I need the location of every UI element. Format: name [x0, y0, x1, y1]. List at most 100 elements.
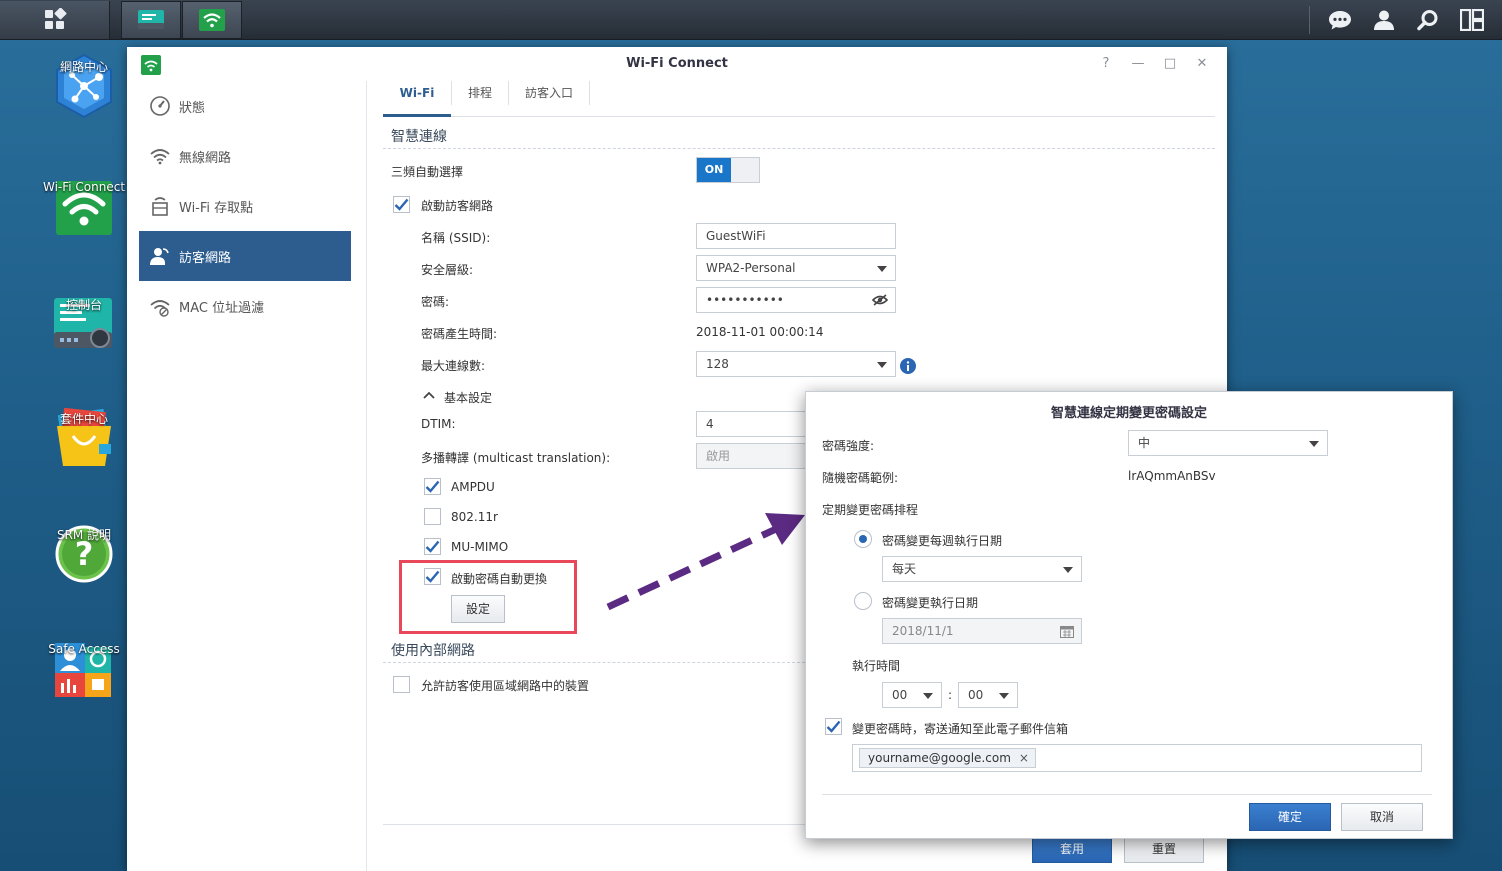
desktop-icon-control-panel[interactable]: 控制台: [32, 292, 136, 356]
ssid-input[interactable]: GuestWiFi: [696, 223, 896, 249]
80211r-checkbox[interactable]: [424, 508, 441, 525]
ok-button[interactable]: 確定: [1249, 803, 1331, 831]
chevron-down-icon: [999, 693, 1009, 699]
allow-lan-label: 允許訪客使用區域網路中的裝置: [421, 679, 590, 693]
minimize-button[interactable]: —: [1130, 56, 1146, 72]
max-connections-value: 128: [706, 357, 729, 371]
hour-select[interactable]: 00: [882, 682, 942, 708]
search-button[interactable]: [1406, 0, 1450, 40]
chevron-down-icon: [877, 266, 887, 272]
sidebar-item-label: 狀態: [179, 100, 206, 116]
date-radio[interactable]: [854, 592, 872, 610]
taskbar-wifi-connect[interactable]: [182, 1, 242, 39]
notify-checkbox[interactable]: [825, 718, 842, 735]
weekly-select[interactable]: 每天: [882, 556, 1082, 582]
tab-bar: Wi-Fi 排程 訪客入口: [383, 81, 1215, 117]
desktop-icon-label: Wi-Fi Connect: [42, 180, 126, 194]
desktop-icon-package-center[interactable]: 套件中心: [32, 406, 136, 470]
apply-button[interactable]: 套用: [1032, 835, 1112, 863]
help-button[interactable]: ?: [1098, 56, 1114, 72]
user-icon: [1374, 10, 1394, 30]
password-input[interactable]: •••••••••••: [696, 287, 896, 313]
mac-filter-icon: [149, 295, 171, 317]
sidebar-item-label: 訪客網路: [179, 250, 232, 266]
date-value: 2018/11/1: [892, 624, 954, 638]
email-tag: yourname@google.com ×: [859, 748, 1036, 768]
chevron-up-icon[interactable]: [423, 391, 435, 399]
security-select-value: WPA2-Personal: [706, 261, 796, 275]
tab-schedule[interactable]: 排程: [452, 81, 508, 117]
sidebar-item-mac-filter[interactable]: MAC 位址過濾: [139, 281, 351, 331]
section-divider: [383, 662, 805, 663]
strength-select[interactable]: 中: [1128, 430, 1328, 456]
toggle-on-label: ON: [697, 158, 731, 182]
minute-select[interactable]: 00: [958, 682, 1018, 708]
max-connections-label: 最大連線數:: [421, 359, 486, 373]
tab-guest-portal[interactable]: 訪客入口: [509, 81, 589, 117]
desktop-icon-label: 套件中心: [59, 412, 108, 426]
basic-settings-label[interactable]: 基本設定: [444, 389, 492, 406]
dialog-footer-divider: [822, 794, 1432, 795]
tri-band-label: 三頻自動選擇: [391, 165, 464, 179]
notifications-button[interactable]: [1318, 0, 1362, 40]
dtim-input[interactable]: 4: [696, 411, 806, 437]
sidebar-item-access-point[interactable]: Wi-Fi 存取點: [139, 181, 351, 231]
arrow-annotation: [606, 513, 805, 611]
widgets-button[interactable]: [1450, 0, 1494, 40]
window-title: Wi-Fi Connect: [626, 56, 728, 71]
control-panel-icon: [138, 10, 164, 29]
tri-band-toggle[interactable]: ON: [696, 157, 760, 183]
reset-button[interactable]: 重置: [1124, 835, 1204, 863]
weekly-label: 密碼變更每週執行日期: [882, 534, 1003, 548]
max-connections-select[interactable]: 128: [696, 351, 896, 377]
ampdu-checkbox[interactable]: [424, 478, 441, 495]
sidebar-item-status[interactable]: 狀態: [139, 81, 351, 131]
desktop-icon-safe-access[interactable]: Safe Access: [32, 638, 136, 702]
close-button[interactable]: ✕: [1194, 56, 1210, 72]
grid-icon: [44, 8, 66, 29]
wifi-app-icon: [199, 9, 225, 31]
close-icon[interactable]: ×: [1019, 749, 1029, 767]
chevron-down-icon: [877, 362, 887, 368]
check-icon: [425, 480, 440, 493]
dialog-title: 智慧連線定期變更密碼設定: [1050, 406, 1207, 421]
weekly-radio[interactable]: [854, 530, 872, 548]
sidebar-item-guest-network[interactable]: 訪客網路: [139, 231, 351, 281]
desktop-icon-label: Safe Access: [48, 642, 120, 656]
taskbar-control-panel[interactable]: [121, 1, 181, 39]
mu-mimo-checkbox[interactable]: [424, 538, 441, 555]
date-input[interactable]: 2018/11/1: [882, 618, 1082, 644]
desktop-icon-wifi-connect[interactable]: Wi-Fi Connect: [32, 176, 136, 240]
section-title-internal-network: 使用內部網路: [391, 643, 475, 659]
allow-lan-checkbox[interactable]: [393, 676, 410, 693]
main-menu-button[interactable]: [0, 1, 110, 39]
cancel-button[interactable]: 取消: [1341, 803, 1423, 831]
sidebar-item-wireless[interactable]: 無線網路: [139, 131, 351, 181]
section-title-smart-connect: 智慧連線: [391, 129, 447, 145]
calendar-icon[interactable]: [1060, 625, 1074, 638]
security-label: 安全層級:: [421, 263, 474, 277]
search-icon: [1417, 10, 1438, 31]
tab-wifi[interactable]: Wi-Fi: [383, 81, 451, 117]
notify-label: 變更密碼時，寄送通知至此電子郵件信箱: [852, 722, 1069, 736]
desktop-icon-label: 控制台: [65, 298, 102, 312]
maximize-button[interactable]: □: [1162, 56, 1178, 72]
example-label: 隨機密碼範例:: [822, 471, 899, 485]
desktop-icon-network-center[interactable]: 網路中心: [32, 53, 136, 119]
desktop-icon-srm-help[interactable]: ? SRM 說明: [32, 522, 136, 586]
email-input[interactable]: yourname@google.com ×: [852, 744, 1422, 772]
check-icon: [425, 540, 440, 553]
sidebar: 狀態 無線網路 Wi-Fi 存取點 訪客網路 MAC 位址過濾: [127, 81, 367, 871]
chat-icon: [1329, 11, 1351, 30]
taskbar: [0, 0, 1502, 40]
info-icon[interactable]: [900, 358, 916, 374]
eye-off-icon[interactable]: [872, 294, 888, 306]
sidebar-item-label: MAC 位址過濾: [179, 300, 265, 316]
security-select[interactable]: WPA2-Personal: [696, 255, 896, 281]
enable-guest-checkbox[interactable]: [393, 196, 410, 213]
widgets-icon: [1460, 9, 1484, 31]
user-button[interactable]: [1362, 0, 1406, 40]
multicast-select[interactable]: 啟用: [696, 443, 806, 469]
taskbar-separator: [1309, 6, 1310, 34]
chevron-down-icon: [1309, 441, 1319, 447]
